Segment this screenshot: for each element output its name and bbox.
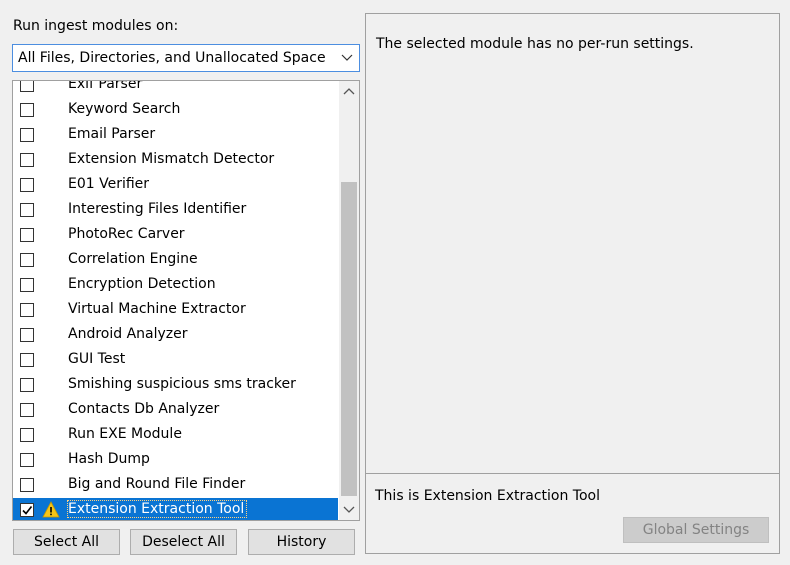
module-label: Extension Mismatch Detector	[68, 151, 275, 167]
scrollbar-thumb[interactable]	[341, 182, 357, 496]
module-label: Encryption Detection	[68, 276, 216, 292]
module-checkbox[interactable]	[20, 278, 34, 292]
module-label: Extension Extraction Tool	[66, 500, 248, 518]
module-checkbox[interactable]	[20, 378, 34, 392]
module-label: Keyword Search	[68, 101, 181, 117]
module-row[interactable]: Encryption Detection	[13, 273, 338, 298]
module-checkbox[interactable]	[20, 128, 34, 142]
module-checkbox[interactable]	[20, 228, 34, 242]
module-label: Interesting Files Identifier	[68, 201, 247, 217]
module-checkbox[interactable]	[20, 303, 34, 317]
module-checkbox[interactable]	[20, 478, 34, 492]
scroll-down-arrow-icon[interactable]	[343, 506, 355, 514]
scope-dropdown[interactable]: All Files, Directories, and Unallocated …	[12, 44, 360, 72]
module-row[interactable]: Extension Mismatch Detector	[13, 148, 338, 173]
module-checkbox[interactable]	[20, 403, 34, 417]
module-label: GUI Test	[68, 351, 126, 367]
module-description: This is Extension Extraction Tool	[375, 488, 600, 504]
module-list: Exif Parser Keyword Search Email Parser Ext…	[12, 80, 360, 521]
module-checkbox[interactable]	[20, 153, 34, 167]
module-checkbox[interactable]	[20, 328, 34, 342]
scope-dropdown-value: All Files, Directories, and Unallocated …	[18, 50, 326, 66]
module-label: Contacts Db Analyzer	[68, 401, 220, 417]
module-label: PhotoRec Carver	[68, 226, 185, 242]
module-row[interactable]: Android Analyzer	[13, 323, 338, 348]
checkmark-icon	[22, 506, 33, 515]
module-row[interactable]: PhotoRec Carver	[13, 223, 338, 248]
module-label: Run EXE Module	[68, 426, 182, 442]
module-row[interactable]: Interesting Files Identifier	[13, 198, 338, 223]
module-checkbox[interactable]	[20, 428, 34, 442]
module-label: Big and Round File Finder	[68, 476, 246, 492]
global-settings-button[interactable]: Global Settings	[623, 517, 769, 543]
select-all-button[interactable]: Select All	[13, 529, 120, 555]
run-ingest-label: Run ingest modules on:	[13, 18, 179, 34]
warning-icon	[42, 501, 60, 518]
module-label: Virtual Machine Extractor	[68, 301, 246, 317]
module-checkbox[interactable]	[20, 178, 34, 192]
module-row[interactable]: GUI Test	[13, 348, 338, 373]
deselect-all-button[interactable]: Deselect All	[130, 529, 237, 555]
module-row[interactable]: Big and Round File Finder	[13, 473, 338, 498]
per-run-settings-message: The selected module has no per-run setti…	[376, 36, 694, 52]
history-button[interactable]: History	[248, 529, 355, 555]
chevron-down-icon	[341, 54, 353, 61]
settings-divider	[366, 473, 779, 474]
module-label: Hash Dump	[68, 451, 150, 467]
module-row[interactable]: Run EXE Module	[13, 423, 338, 448]
module-row[interactable]: Correlation Engine	[13, 248, 338, 273]
module-label: Android Analyzer	[68, 326, 188, 342]
scroll-up-arrow-icon[interactable]	[343, 87, 355, 95]
module-label: E01 Verifier	[68, 176, 150, 192]
module-checkbox[interactable]	[20, 253, 34, 267]
module-checkbox[interactable]	[20, 503, 34, 517]
module-row[interactable]: E01 Verifier	[13, 173, 338, 198]
module-rows: Exif Parser Keyword Search Email Parser Ext…	[13, 80, 338, 520]
module-row[interactable]: Keyword Search	[13, 98, 338, 123]
module-row[interactable]: Extension Extraction Tool	[13, 498, 338, 520]
module-row[interactable]: Hash Dump	[13, 448, 338, 473]
module-row[interactable]: Contacts Db Analyzer	[13, 398, 338, 423]
module-row[interactable]: Virtual Machine Extractor	[13, 298, 338, 323]
module-label: Email Parser	[68, 126, 156, 142]
module-row[interactable]: Smishing suspicious sms tracker	[13, 373, 338, 398]
module-settings-panel: The selected module has no per-run setti…	[365, 13, 780, 554]
module-checkbox[interactable]	[20, 103, 34, 117]
module-checkbox[interactable]	[20, 453, 34, 467]
module-checkbox[interactable]	[20, 81, 34, 92]
module-label: Exif Parser	[68, 80, 143, 92]
module-label: Smishing suspicious sms tracker	[68, 376, 296, 392]
module-row[interactable]: Exif Parser	[13, 80, 338, 98]
module-checkbox[interactable]	[20, 353, 34, 367]
module-label: Correlation Engine	[68, 251, 198, 267]
module-checkbox[interactable]	[20, 203, 34, 217]
module-row[interactable]: Email Parser	[13, 123, 338, 148]
vertical-scrollbar[interactable]	[339, 81, 359, 520]
